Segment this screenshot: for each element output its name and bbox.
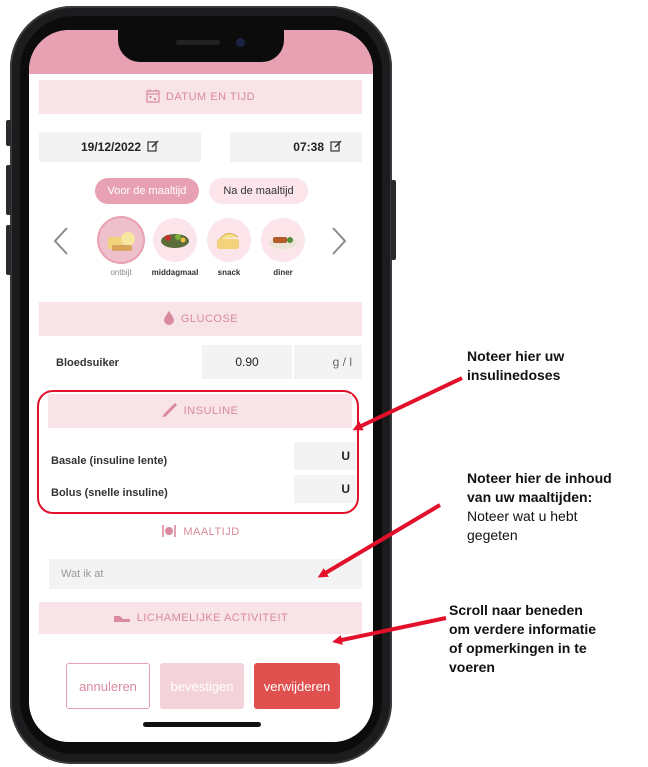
arrow-to-meal (317, 503, 442, 578)
annotation-arrows (317, 376, 463, 645)
arrow-to-scroll (332, 616, 447, 645)
arrow-to-insulin (352, 376, 463, 431)
